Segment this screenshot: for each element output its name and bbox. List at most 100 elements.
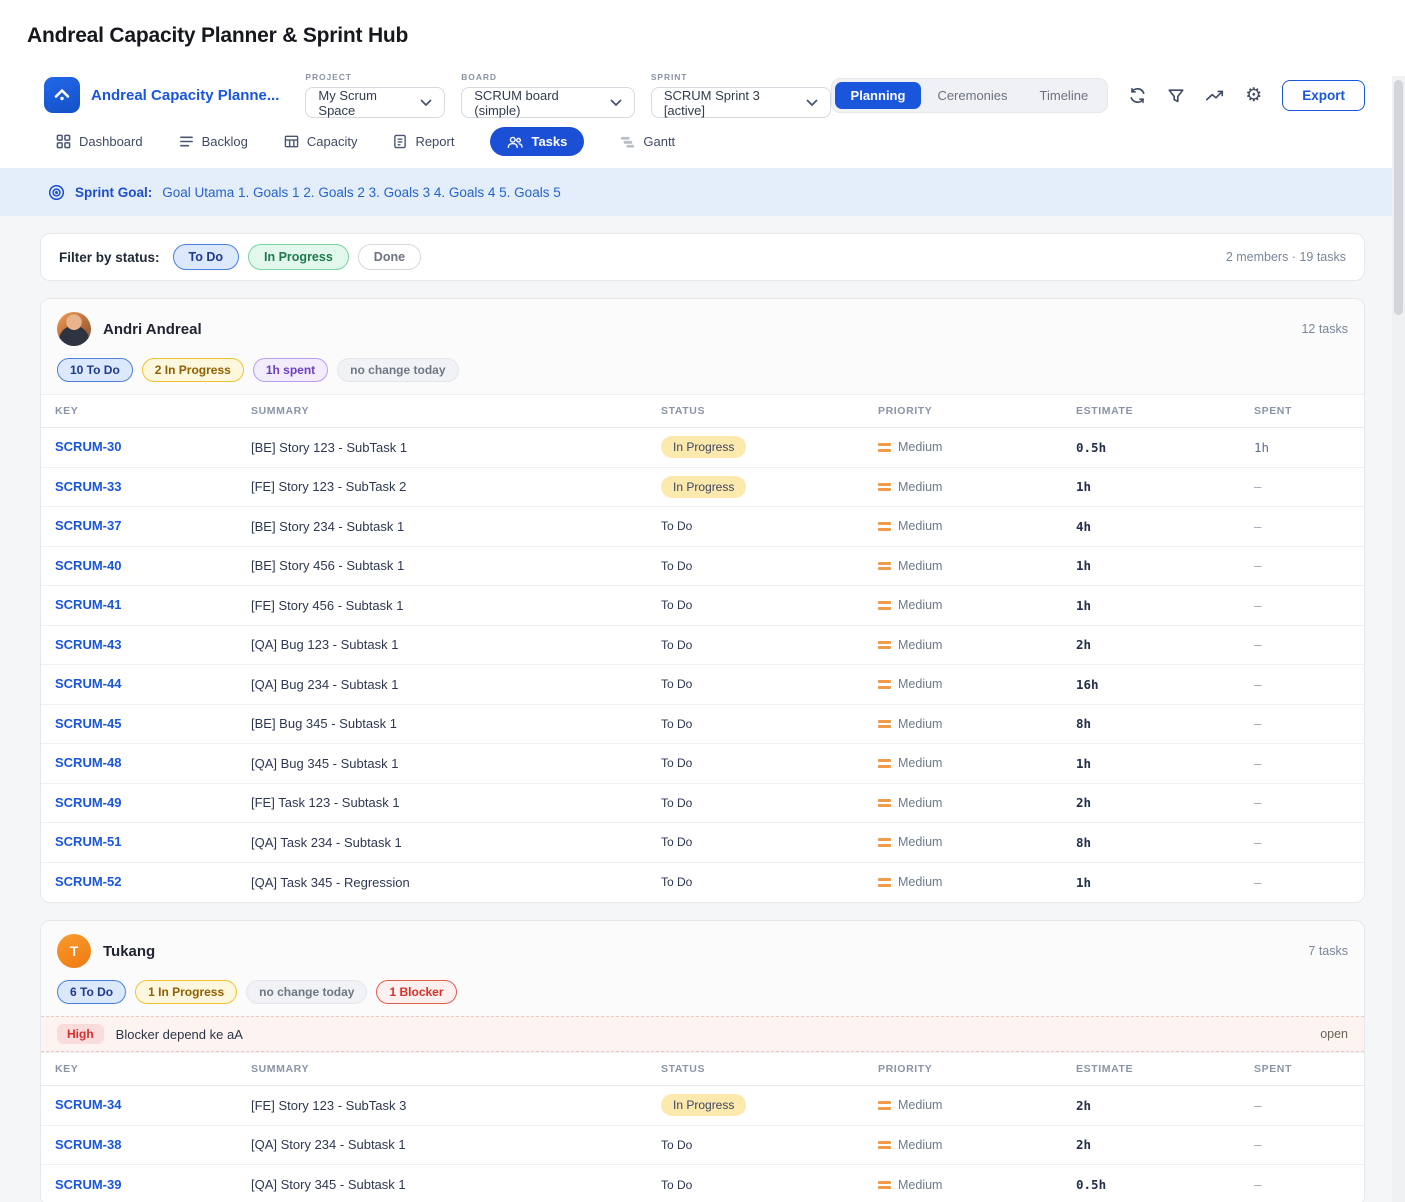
gear-icon[interactable]: ⚙	[1245, 86, 1262, 105]
issue-key-link[interactable]: SCRUM-33	[55, 479, 121, 494]
issue-key-link[interactable]: SCRUM-34	[55, 1097, 121, 1112]
issue-key-link[interactable]: SCRUM-45	[55, 716, 121, 731]
filter-icon[interactable]	[1167, 87, 1185, 105]
member-task-count: 7 tasks	[1308, 944, 1348, 958]
priority-medium-icon	[878, 720, 891, 729]
refresh-icon[interactable]	[1128, 86, 1147, 105]
issue-key-link[interactable]: SCRUM-44	[55, 676, 121, 691]
issue-key-link[interactable]: SCRUM-41	[55, 597, 121, 612]
issue-key-link[interactable]: SCRUM-49	[55, 795, 121, 810]
board-select[interactable]: SCRUM board (simple)	[461, 87, 635, 118]
status-text: To Do	[661, 559, 692, 573]
app-logo-icon	[44, 77, 80, 113]
project-select[interactable]: My Scrum Space	[305, 87, 445, 118]
issue-key-link[interactable]: SCRUM-43	[55, 637, 121, 652]
sprint-select-value: SCRUM Sprint 3 [active]	[664, 88, 796, 118]
table-header: KEYSUMMARYSTATUSPRIORITYESTIMATESPENT	[41, 394, 1364, 428]
status-text: To Do	[661, 796, 692, 810]
priority: Medium	[878, 1138, 1062, 1152]
table-row[interactable]: SCRUM-43[QA] Bug 123 - Subtask 1To DoMed…	[41, 626, 1364, 666]
table-row[interactable]: SCRUM-51[QA] Task 234 - Subtask 1To DoMe…	[41, 823, 1364, 863]
cell-key: SCRUM-45	[41, 715, 237, 733]
board-select-group: BOARD SCRUM board (simple)	[461, 72, 635, 118]
app-name[interactable]: Andreal Capacity Planne...	[91, 87, 279, 104]
cell-key: SCRUM-44	[41, 675, 237, 693]
nav-label: Capacity	[307, 134, 358, 149]
status-text: To Do	[661, 875, 692, 889]
toolbar-right: Planning Ceremonies Timeline ⚙ Export	[831, 78, 1365, 113]
cell-key: SCRUM-39	[41, 1176, 237, 1194]
issue-key-link[interactable]: SCRUM-37	[55, 518, 121, 533]
cell-status: To Do	[647, 675, 864, 693]
priority-medium-icon	[878, 483, 891, 492]
priority: Medium	[878, 1178, 1062, 1192]
priority: Medium	[878, 717, 1062, 731]
issue-key-link[interactable]: SCRUM-40	[55, 558, 121, 573]
priority: Medium	[878, 440, 1062, 454]
priority-medium-icon	[878, 601, 891, 610]
table-row[interactable]: SCRUM-48[QA] Bug 345 - Subtask 1To DoMed…	[41, 744, 1364, 784]
filter-chip-inprogress[interactable]: In Progress	[248, 244, 349, 270]
table-row[interactable]: SCRUM-52[QA] Task 345 - RegressionTo DoM…	[41, 863, 1364, 903]
priority-medium-icon	[878, 878, 891, 887]
priority-medium-icon	[878, 443, 891, 452]
filter-chip-done[interactable]: Done	[358, 244, 421, 270]
table-row[interactable]: SCRUM-44[QA] Bug 234 - Subtask 1To DoMed…	[41, 665, 1364, 705]
nav-item-capacity[interactable]: Capacity	[284, 134, 358, 149]
nav-item-tasks[interactable]: Tasks	[490, 127, 584, 156]
cell-spent: –	[1240, 479, 1364, 494]
cell-spent: –	[1240, 1098, 1364, 1113]
nav-label: Dashboard	[79, 134, 143, 149]
member-name: Tukang	[103, 943, 155, 960]
cell-summary: [BE] Story 123 - SubTask 1	[237, 440, 647, 455]
sprint-select[interactable]: SCRUM Sprint 3 [active]	[651, 87, 831, 118]
member-header: TTukang7 tasks6 To Do1 In Progressno cha…	[41, 921, 1364, 1016]
issue-key-link[interactable]: SCRUM-51	[55, 834, 121, 849]
table-row[interactable]: SCRUM-49[FE] Task 123 - Subtask 1To DoMe…	[41, 784, 1364, 824]
export-button[interactable]: Export	[1282, 80, 1365, 111]
table-row[interactable]: SCRUM-38[QA] Story 234 - Subtask 1To DoM…	[41, 1126, 1364, 1166]
tab-timeline[interactable]: Timeline	[1024, 82, 1105, 109]
cell-estimate: 1h	[1062, 558, 1240, 573]
toolbar: Andreal Capacity Planne... PROJECT My Sc…	[0, 62, 1405, 118]
tab-ceremonies[interactable]: Ceremonies	[921, 82, 1023, 109]
table-row[interactable]: SCRUM-34[FE] Story 123 - SubTask 3In Pro…	[41, 1086, 1364, 1126]
table-row[interactable]: SCRUM-33[FE] Story 123 - SubTask 2In Pro…	[41, 468, 1364, 508]
scrollbar-thumb[interactable]	[1394, 80, 1403, 315]
issue-key-link[interactable]: SCRUM-39	[55, 1177, 121, 1192]
nav-item-gantt[interactable]: Gantt	[620, 134, 675, 149]
table-row[interactable]: SCRUM-40[BE] Story 456 - Subtask 1To DoM…	[41, 547, 1364, 587]
table-row[interactable]: SCRUM-41[FE] Story 456 - Subtask 1To DoM…	[41, 586, 1364, 626]
scrollbar-track[interactable]	[1392, 76, 1405, 1202]
cell-spent: –	[1240, 835, 1364, 850]
cell-estimate: 4h	[1062, 519, 1240, 534]
blocker-state[interactable]: open	[1320, 1027, 1348, 1041]
priority-medium-icon	[878, 838, 891, 847]
cell-spent: –	[1240, 558, 1364, 573]
backlog-icon	[179, 134, 194, 149]
table-row[interactable]: SCRUM-37[BE] Story 234 - Subtask 1To DoM…	[41, 507, 1364, 547]
issue-key-link[interactable]: SCRUM-52	[55, 874, 121, 889]
badge-blocker: 1 Blocker	[376, 980, 456, 1004]
issue-key-link[interactable]: SCRUM-38	[55, 1137, 121, 1152]
nav-item-report[interactable]: Report	[393, 134, 454, 149]
cell-priority: Medium	[864, 1098, 1062, 1112]
table-row[interactable]: SCRUM-39[QA] Story 345 - Subtask 1To DoM…	[41, 1165, 1364, 1202]
trend-icon[interactable]	[1205, 87, 1225, 105]
nav-item-dashboard[interactable]: Dashboard	[56, 134, 143, 149]
cell-estimate: 16h	[1062, 677, 1240, 692]
table-row[interactable]: SCRUM-45[BE] Bug 345 - Subtask 1To DoMed…	[41, 705, 1364, 745]
table-row[interactable]: SCRUM-30[BE] Story 123 - SubTask 1In Pro…	[41, 428, 1364, 468]
app-identity[interactable]: Andreal Capacity Planne...	[44, 77, 279, 113]
priority-medium-icon	[878, 1181, 891, 1190]
tab-planning[interactable]: Planning	[835, 82, 922, 109]
issue-key-link[interactable]: SCRUM-30	[55, 439, 121, 454]
cell-spent: 1h	[1240, 440, 1364, 455]
filter-chip-todo[interactable]: To Do	[173, 244, 239, 270]
nav-item-backlog[interactable]: Backlog	[179, 134, 248, 149]
issue-key-link[interactable]: SCRUM-48	[55, 755, 121, 770]
sprint-goal-label: Sprint Goal:	[75, 185, 152, 200]
priority: Medium	[878, 638, 1062, 652]
badge-neutral: no change today	[337, 358, 458, 382]
cell-key: SCRUM-38	[41, 1136, 237, 1154]
